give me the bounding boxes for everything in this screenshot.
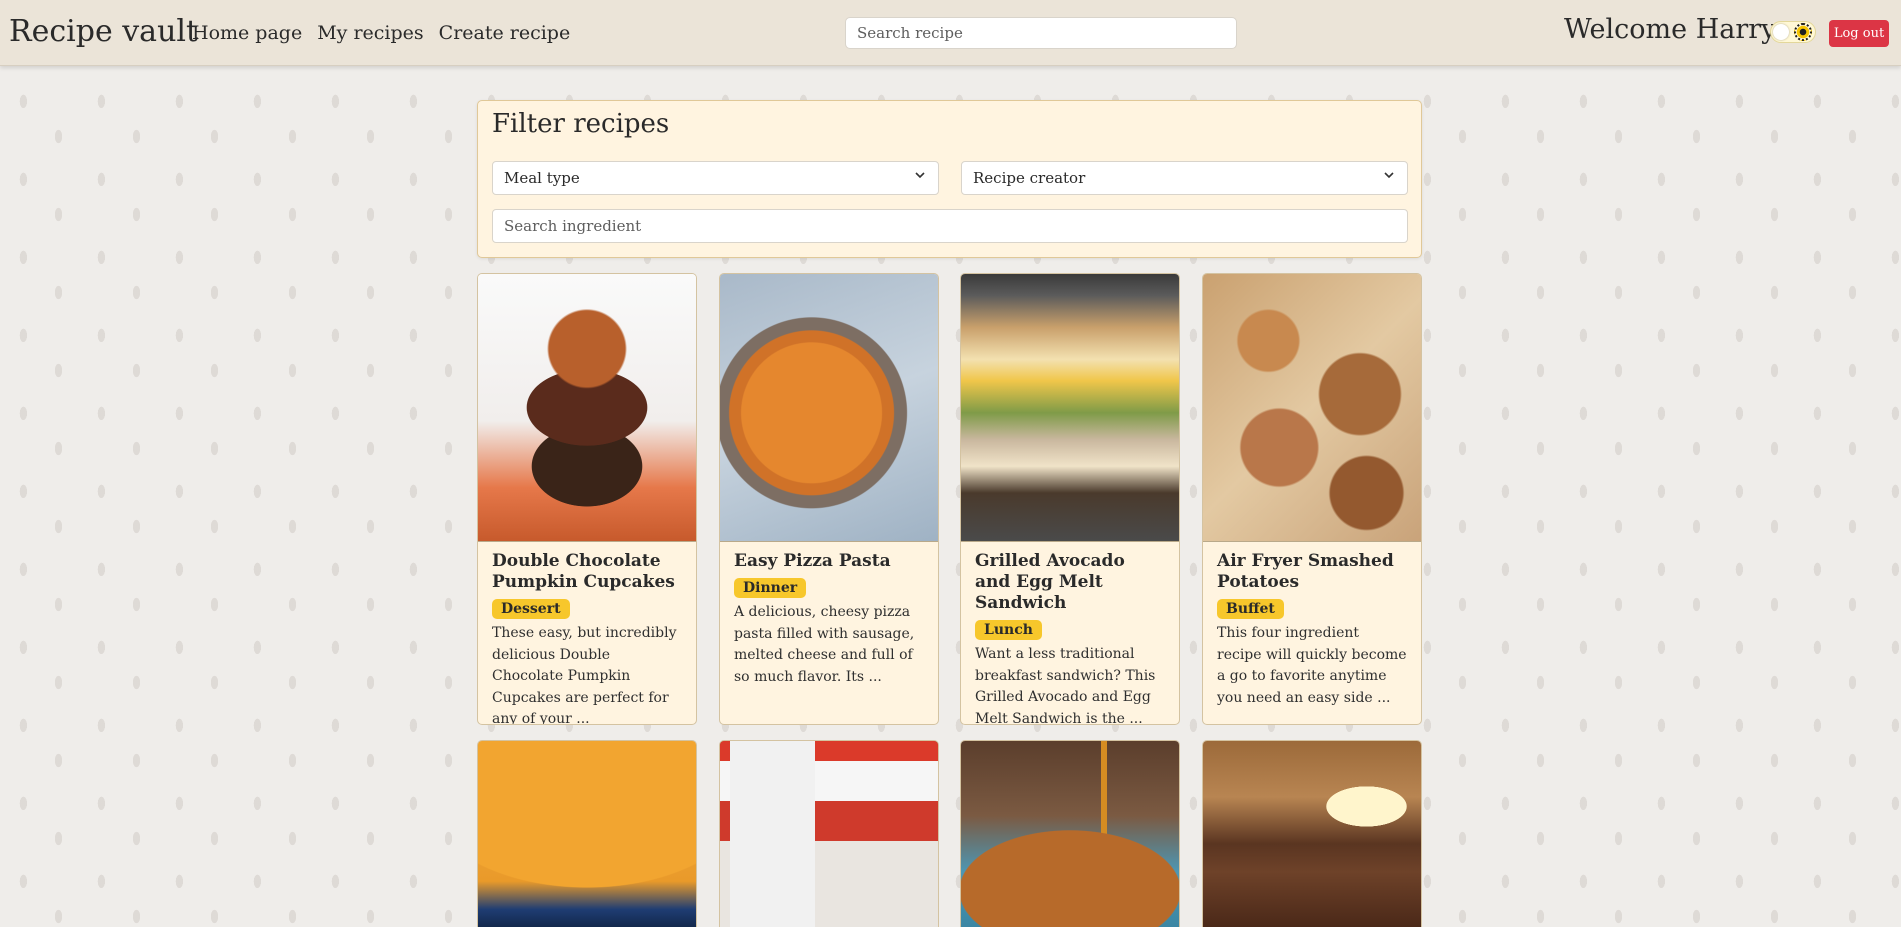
meal-type-badge: Dinner: [734, 578, 807, 598]
recipe-image: [1203, 274, 1421, 542]
recipe-card[interactable]: [960, 740, 1180, 927]
recipe-image: [1203, 741, 1421, 927]
filter-panel: Filter recipes Meal type Recipe creator: [477, 100, 1422, 258]
meal-type-select[interactable]: Meal type: [492, 161, 939, 195]
recipe-card[interactable]: Double Chocolate Pumpkin Cupcakes Desser…: [477, 273, 697, 725]
recipe-image: [961, 274, 1179, 542]
toggle-knob: [1773, 24, 1789, 40]
nav-link-create-recipe[interactable]: Create recipe: [439, 22, 571, 44]
recipe-image: [478, 741, 696, 927]
recipe-image: [478, 274, 696, 542]
recipe-title: Grilled Avocado and Egg Melt Sandwich: [975, 551, 1125, 613]
search-ingredient-input[interactable]: [492, 209, 1408, 243]
recipe-description: A delicious, cheesy pizza pasta filled w…: [734, 604, 915, 685]
nav-links: Home page My recipes Create recipe: [192, 22, 570, 44]
recipe-creator-select[interactable]: Recipe creator: [961, 161, 1408, 195]
recipe-card[interactable]: [477, 740, 697, 927]
recipe-image: [720, 274, 938, 542]
nav-link-home[interactable]: Home page: [192, 22, 302, 44]
meal-type-badge: Dessert: [492, 599, 570, 619]
recipe-image: [720, 741, 938, 927]
recipe-creator-label: Recipe creator: [973, 169, 1086, 187]
logout-button[interactable]: Log out: [1829, 20, 1889, 47]
search-recipe-input[interactable]: [845, 17, 1237, 49]
meal-type-badge: Buffet: [1217, 599, 1284, 619]
brand-logo[interactable]: Recipe vault: [9, 14, 198, 49]
recipe-title: Air Fryer Smashed Potatoes: [1217, 551, 1394, 592]
meal-type-badge: Lunch: [975, 620, 1042, 640]
recipe-card[interactable]: Easy Pizza Pasta Dinner A delicious, che…: [719, 273, 939, 725]
recipe-description: Want a less traditional breakfast sandwi…: [975, 646, 1156, 725]
recipe-description: This four ingredient recipe will quickly…: [1217, 625, 1407, 706]
theme-toggle[interactable]: [1770, 21, 1816, 43]
recipe-card[interactable]: [1202, 740, 1422, 927]
chevron-down-icon: [1383, 169, 1395, 185]
recipe-card[interactable]: Air Fryer Smashed Potatoes Buffet This f…: [1202, 273, 1422, 725]
recipe-card[interactable]: Grilled Avocado and Egg Melt Sandwich Lu…: [960, 273, 1180, 725]
recipe-title: Easy Pizza Pasta: [734, 551, 891, 571]
navbar: Recipe vault Home page My recipes Create…: [0, 0, 1901, 66]
chevron-down-icon: [914, 169, 926, 185]
sun-icon: [1794, 23, 1812, 41]
recipe-image: [961, 741, 1179, 927]
filter-title: Filter recipes: [492, 109, 670, 139]
meal-type-label: Meal type: [504, 169, 580, 187]
recipe-title: Double Chocolate Pumpkin Cupcakes: [492, 551, 675, 592]
recipe-card[interactable]: [719, 740, 939, 927]
welcome-message: Welcome Harry: [1564, 14, 1777, 45]
nav-link-my-recipes[interactable]: My recipes: [317, 22, 423, 44]
recipe-description: These easy, but incredibly delicious Dou…: [492, 625, 677, 725]
